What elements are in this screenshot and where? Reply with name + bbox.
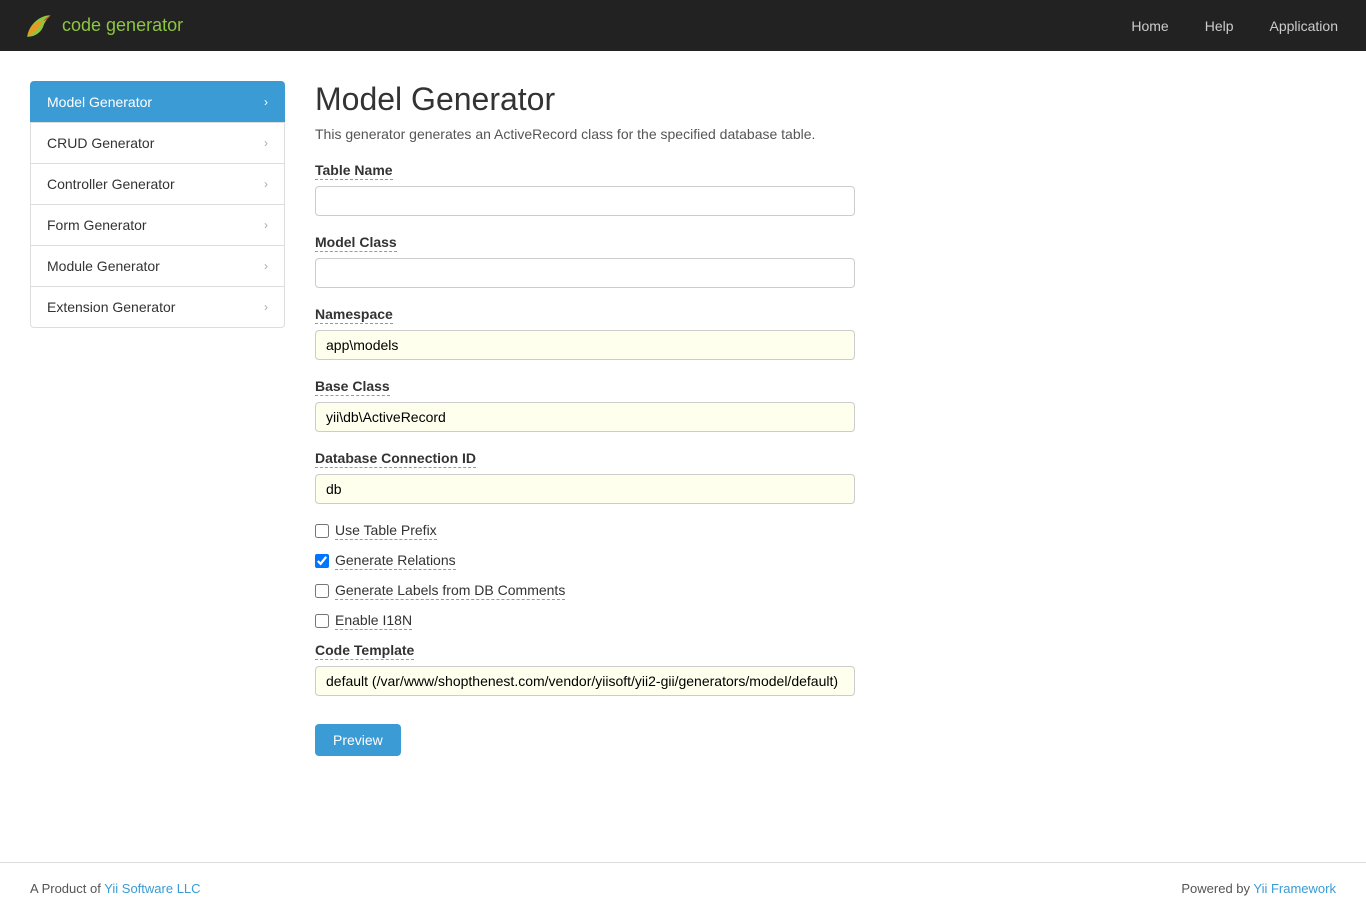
nav-link-help[interactable]: Help: [1197, 14, 1242, 38]
content-area: Model Generator This generator generates…: [315, 81, 1336, 832]
nav-item-home[interactable]: Home: [1123, 18, 1176, 34]
code-template-label: Code Template: [315, 642, 414, 660]
table-name-input[interactable]: [315, 186, 855, 216]
generate-relations-group: Generate Relations: [315, 552, 1336, 570]
sidebar-item-crud-generator[interactable]: CRUD Generator ›: [30, 122, 285, 164]
nav-link-application[interactable]: Application: [1262, 14, 1347, 38]
sidebar-item-controller-generator[interactable]: Controller Generator ›: [30, 163, 285, 205]
yii-logo-icon: [20, 8, 56, 44]
nav-item-application[interactable]: Application: [1262, 18, 1347, 34]
footer-right: Powered by Yii Framework: [1181, 881, 1336, 896]
brand[interactable]: code generator: [20, 8, 183, 44]
model-class-input[interactable]: [315, 258, 855, 288]
sidebar: Model Generator › CRUD Generator › Contr…: [30, 81, 285, 832]
db-connection-group: Database Connection ID: [315, 450, 1336, 504]
base-class-input[interactable]: [315, 402, 855, 432]
use-table-prefix-checkbox[interactable]: [315, 524, 329, 538]
namespace-group: Namespace: [315, 306, 1336, 360]
db-connection-label: Database Connection ID: [315, 450, 476, 468]
code-template-group: Code Template: [315, 642, 1336, 696]
chevron-right-icon: ›: [264, 300, 268, 314]
nav-item-help[interactable]: Help: [1197, 18, 1242, 34]
table-name-group: Table Name: [315, 162, 1336, 216]
page-title: Model Generator: [315, 81, 1336, 118]
sidebar-item-module-generator[interactable]: Module Generator ›: [30, 245, 285, 287]
use-table-prefix-label[interactable]: Use Table Prefix: [335, 522, 437, 540]
footer-right-link[interactable]: Yii Framework: [1253, 881, 1336, 896]
navbar: code generator Home Help Application: [0, 0, 1366, 51]
model-class-label: Model Class: [315, 234, 397, 252]
namespace-label: Namespace: [315, 306, 393, 324]
enable-i18n-group: Enable I18N: [315, 612, 1336, 630]
code-template-input[interactable]: [315, 666, 855, 696]
db-connection-input[interactable]: [315, 474, 855, 504]
generate-labels-group: Generate Labels from DB Comments: [315, 582, 1336, 600]
brand-text: code generator: [62, 15, 183, 36]
nav-link-home[interactable]: Home: [1123, 14, 1176, 38]
generate-relations-checkbox[interactable]: [315, 554, 329, 568]
table-name-label: Table Name: [315, 162, 393, 180]
use-table-prefix-group: Use Table Prefix: [315, 522, 1336, 540]
model-class-group: Model Class: [315, 234, 1336, 288]
chevron-right-icon: ›: [264, 259, 268, 273]
base-class-label: Base Class: [315, 378, 390, 396]
footer: A Product of Yii Software LLC Powered by…: [0, 862, 1366, 914]
generate-labels-checkbox[interactable]: [315, 584, 329, 598]
chevron-right-icon: ›: [264, 136, 268, 150]
footer-left: A Product of Yii Software LLC: [30, 881, 201, 896]
preview-button[interactable]: Preview: [315, 724, 401, 756]
chevron-right-icon: ›: [264, 95, 268, 109]
namespace-input[interactable]: [315, 330, 855, 360]
footer-left-text: A Product of: [30, 881, 104, 896]
sidebar-item-form-generator[interactable]: Form Generator ›: [30, 204, 285, 246]
chevron-right-icon: ›: [264, 177, 268, 191]
footer-left-link[interactable]: Yii Software LLC: [104, 881, 200, 896]
main-container: Model Generator › CRUD Generator › Contr…: [0, 51, 1366, 862]
sidebar-item-extension-generator[interactable]: Extension Generator ›: [30, 286, 285, 328]
generate-labels-label[interactable]: Generate Labels from DB Comments: [335, 582, 565, 600]
footer-right-text: Powered by: [1181, 881, 1253, 896]
base-class-group: Base Class: [315, 378, 1336, 432]
nav-menu: Home Help Application: [1123, 18, 1346, 34]
enable-i18n-label[interactable]: Enable I18N: [335, 612, 412, 630]
generate-relations-label[interactable]: Generate Relations: [335, 552, 456, 570]
page-description: This generator generates an ActiveRecord…: [315, 126, 1336, 142]
sidebar-item-model-generator[interactable]: Model Generator ›: [30, 81, 285, 123]
chevron-right-icon: ›: [264, 218, 268, 232]
enable-i18n-checkbox[interactable]: [315, 614, 329, 628]
